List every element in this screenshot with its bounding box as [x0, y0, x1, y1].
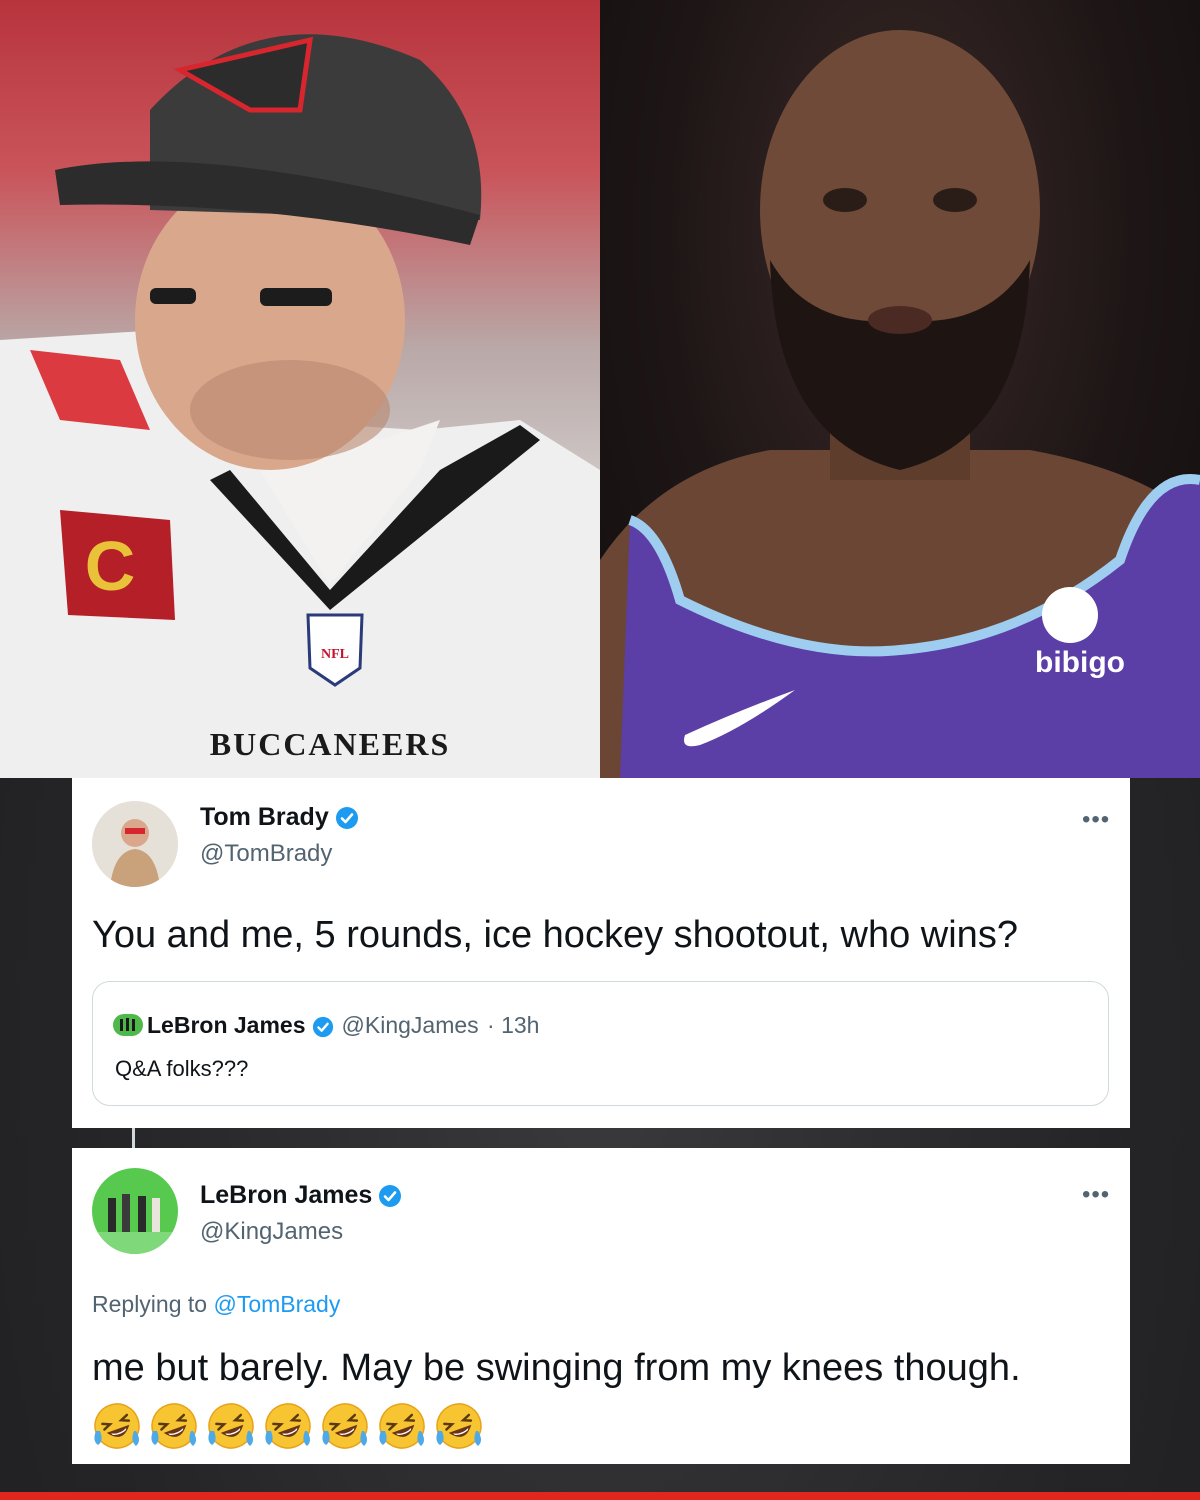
quoted-timestamp: · 13h [487, 1012, 540, 1038]
verified-badge-icon [335, 807, 358, 830]
replying-to-line: Replying to @TomBrady [92, 1291, 340, 1318]
player-photo-right: bibigo [600, 0, 1200, 778]
user-handle[interactable]: @KingJames [200, 1218, 343, 1246]
profile-photo-icon [92, 1168, 178, 1254]
rolling-laughing-emoji-icon [322, 1403, 368, 1449]
display-name: Tom Brady [200, 803, 329, 831]
quoted-avatar-icon [113, 1014, 143, 1036]
basketball-player-illustration: bibigo [600, 30, 1200, 778]
quoted-tweet[interactable]: LeBron James @KingJames · 13h Q&A folks??… [92, 981, 1109, 1106]
player-photo-left: NFL C BUCCANEERS [0, 0, 600, 778]
jersey-wordmark: BUCCANEERS [210, 726, 450, 762]
tweet-card-reply[interactable]: LeBron James @KingJames ••• Replying to … [72, 1148, 1130, 1464]
display-name: LeBron James [200, 1181, 373, 1209]
more-options-icon[interactable]: ••• [1082, 1181, 1110, 1209]
rolling-laughing-emoji-icon [151, 1403, 197, 1449]
quoted-verified-badge-icon [312, 1016, 333, 1038]
rolling-laughing-emoji-icon [436, 1403, 482, 1449]
accent-bar [0, 1492, 1200, 1500]
quarterback-illustration: NFL C BUCCANEERS [0, 34, 600, 778]
verified-badge-icon [379, 1185, 402, 1208]
tweet-card-main[interactable]: Tom Brady @TomBrady ••• You and me, 5 ro… [72, 778, 1130, 1128]
user-handle[interactable]: @TomBrady [200, 840, 332, 868]
tweet-text: me but barely. May be swinging from my k… [92, 1347, 1021, 1389]
avatar[interactable] [92, 801, 178, 887]
emoji-row [92, 1401, 491, 1453]
captain-patch-letter: C [85, 527, 136, 605]
profile-photo-icon [92, 801, 178, 887]
replying-prefix: Replying to [92, 1291, 208, 1317]
sponsor-logo-text: bibigo [1035, 646, 1125, 679]
rolling-laughing-emoji-icon [208, 1403, 254, 1449]
tweet-text: You and me, 5 rounds, ice hockey shootou… [92, 914, 1018, 956]
rolling-laughing-emoji-icon [94, 1403, 140, 1449]
avatar[interactable] [92, 1168, 178, 1254]
nfl-shield-text: NFL [321, 647, 349, 662]
quoted-tweet-text: Q&A folks??? [115, 1056, 249, 1081]
quoted-user-handle: @KingJames [341, 1012, 479, 1038]
rolling-laughing-emoji-icon [379, 1403, 425, 1449]
rolling-laughing-emoji-icon [265, 1403, 311, 1449]
more-options-icon[interactable]: ••• [1082, 806, 1110, 834]
quoted-display-name: LeBron James [147, 1012, 306, 1038]
reply-mention-link[interactable]: @TomBrady [213, 1291, 340, 1317]
